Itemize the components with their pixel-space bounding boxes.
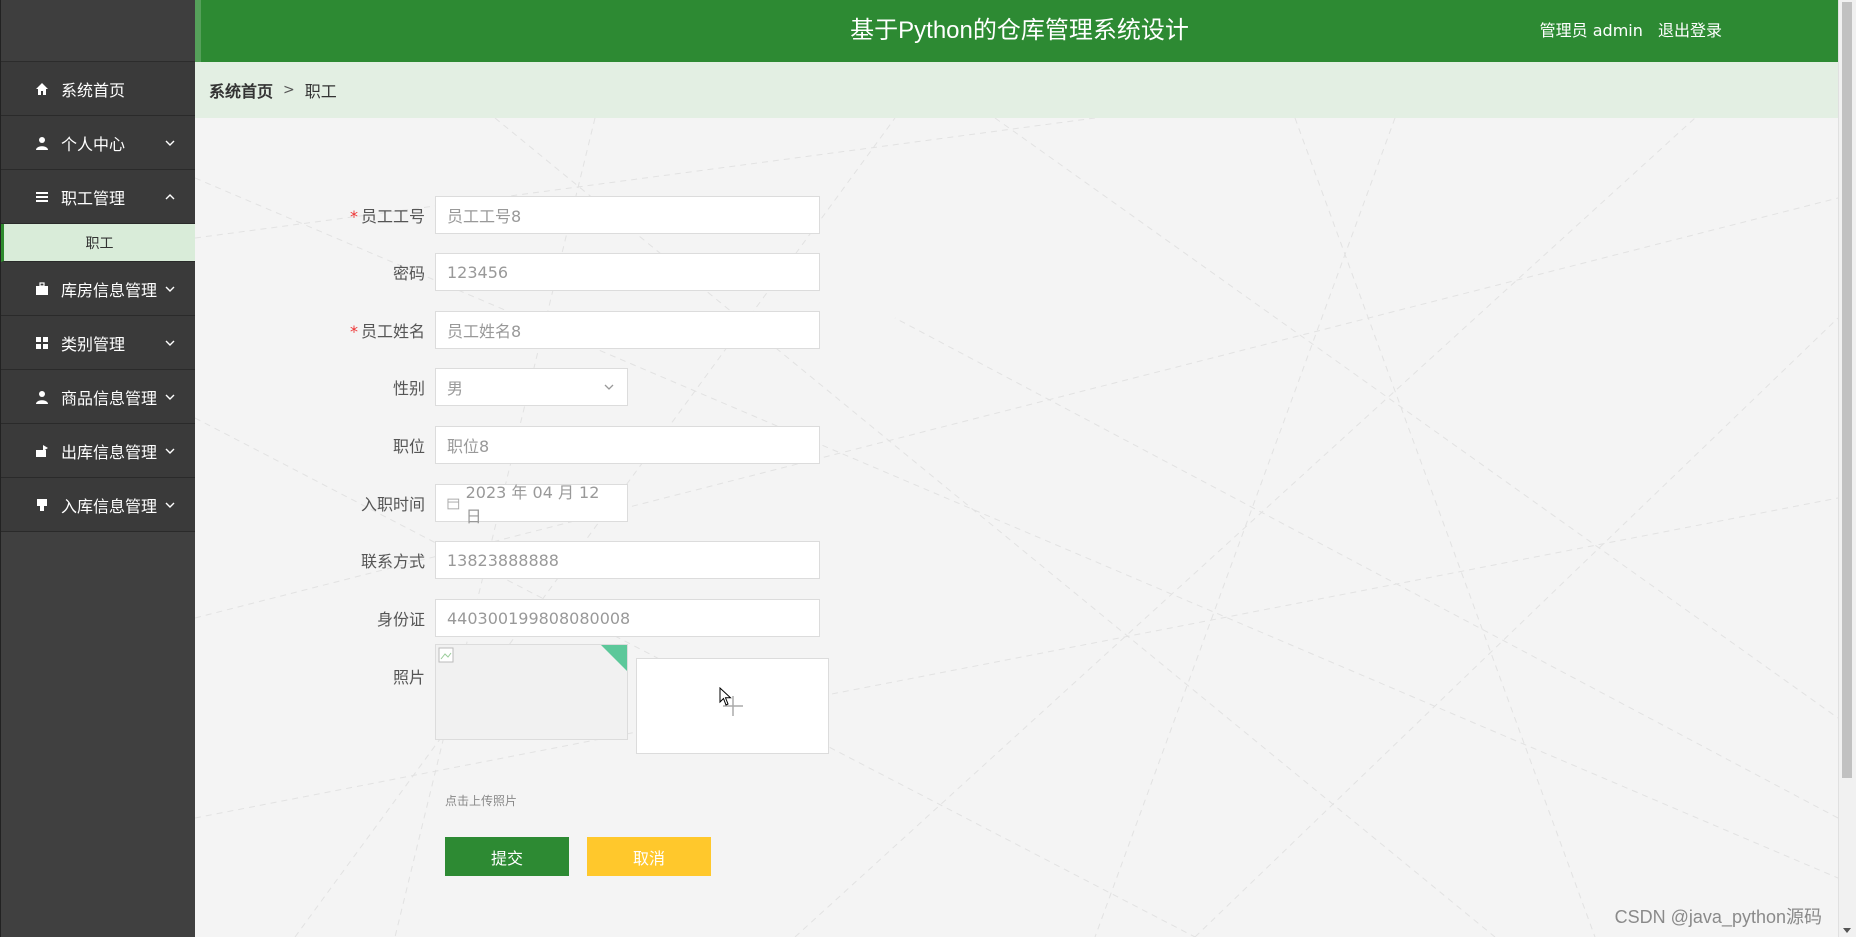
sidebar-item-inbound-info[interactable]: 入库信息管理 — [1, 478, 195, 532]
grid-icon — [33, 334, 51, 352]
page-scrollbar[interactable] — [1838, 0, 1856, 937]
briefcase-icon — [33, 280, 51, 298]
phone-value: 13823888888 — [447, 550, 559, 570]
phone-input[interactable]: 13823888888 — [435, 541, 820, 579]
cancel-button[interactable]: 取消 — [587, 837, 711, 876]
id-card-value: 440300199808080008 — [447, 608, 631, 628]
sidebar-item-personal-center[interactable]: 个人中心 — [1, 116, 195, 170]
main-content: * 员工工号 员工工号8 密码 123456 * 员工姓名 员工姓名8 性别 男 职… — [195, 118, 1838, 937]
sidebar-item-label: 出库信息管理 — [61, 442, 158, 462]
breadcrumb-current: 职工 — [304, 82, 337, 101]
breadcrumb-separator: > — [283, 82, 295, 98]
sidebar-item-warehouse-info[interactable]: 库房信息管理 — [1, 262, 195, 316]
photo-upload-hint: 点击上传照片 — [445, 794, 518, 808]
position-input[interactable]: 职位8 — [435, 426, 820, 464]
form-row-hire-date: 入职时间 2023 年 04 月 12 日 — [195, 483, 628, 526]
form-row-phone: 联系方式 13823888888 — [195, 541, 820, 579]
employee-name-label: * 员工姓名 — [195, 318, 435, 342]
sidebar-item-product-info[interactable]: 商品信息管理 — [1, 370, 195, 424]
position-placeholder: 职位8 — [447, 437, 490, 456]
submit-button[interactable]: 提交 — [445, 837, 569, 876]
chevron-up-icon — [165, 193, 175, 199]
employee-no-label: * 员工工号 — [195, 203, 435, 227]
box-in-icon — [33, 496, 51, 514]
sidebar-item-category[interactable]: 类别管理 — [1, 316, 195, 370]
photo-preview[interactable] — [435, 644, 628, 740]
sidebar-item-label: 商品信息管理 — [61, 388, 158, 408]
employee-no-input[interactable]: 员工工号8 — [435, 196, 820, 234]
list-icon — [33, 188, 51, 206]
breadcrumb: 系统首页 > 职工 — [195, 62, 1838, 118]
hire-date-label: 入职时间 — [360, 495, 425, 514]
top-header: 基于Python的仓库管理系统设计 管理员 admin 退出登录 — [195, 0, 1838, 62]
user-icon — [33, 134, 51, 152]
gender-value: 男 — [447, 379, 464, 398]
breadcrumb-home[interactable]: 系统首页 — [209, 78, 273, 102]
sidebar-subitem-staff[interactable]: 职工 — [1, 224, 195, 262]
chevron-down-icon — [165, 286, 175, 292]
photo-label: 照片 — [392, 668, 425, 687]
sidebar-item-label: 系统首页 — [61, 80, 126, 100]
background-pattern — [195, 118, 1838, 937]
sidebar-item-label: 库房信息管理 — [61, 280, 158, 300]
password-value: 123456 — [447, 262, 509, 282]
form-row-photo: 照片 — [195, 644, 829, 754]
chevron-down-icon — [165, 502, 175, 508]
sidebar-item-label: 类别管理 — [61, 334, 126, 354]
password-input[interactable]: 123456 — [435, 253, 820, 291]
box-out-icon — [33, 442, 51, 460]
chevron-down-icon — [604, 384, 614, 390]
scrollbar-thumb[interactable] — [1842, 2, 1852, 778]
id-card-input[interactable]: 440300199808080008 — [435, 599, 820, 637]
sidebar: 系统首页 个人中心 职工管理 职工 库房信息管理 类别管理 商品信息管理 出库信… — [0, 0, 195, 937]
form-row-employee-no: * 员工工号 员工工号8 — [195, 196, 820, 234]
sidebar-item-label: 职工管理 — [61, 188, 126, 208]
sidebar-item-outbound-info[interactable]: 出库信息管理 — [1, 424, 195, 478]
position-label: 职位 — [392, 437, 425, 456]
employee-no-placeholder: 员工工号8 — [447, 207, 522, 226]
photo-corner-badge — [601, 645, 627, 671]
chevron-down-icon — [165, 448, 175, 454]
chevron-down-icon — [165, 394, 175, 400]
sidebar-subitem-label: 职工 — [85, 235, 114, 252]
chevron-down-icon — [165, 140, 175, 146]
sidebar-item-staff-management[interactable]: 职工管理 — [1, 170, 195, 224]
id-card-label: 身份证 — [376, 610, 425, 629]
form-row-position: 职位 职位8 — [195, 426, 820, 464]
hire-date-picker[interactable]: 2023 年 04 月 12 日 — [435, 483, 628, 526]
required-mark: * — [349, 322, 358, 341]
gender-label: 性别 — [392, 379, 425, 398]
broken-image-icon — [438, 647, 454, 663]
sidebar-item-label: 个人中心 — [61, 134, 126, 154]
employee-name-label-text: 员工姓名 — [360, 322, 425, 341]
form-row-employee-name: * 员工姓名 员工姓名8 — [195, 311, 820, 349]
phone-label: 联系方式 — [360, 552, 425, 571]
user-area: 管理员 admin 退出登录 — [1530, 0, 1722, 62]
required-mark: * — [349, 207, 358, 226]
gender-select[interactable]: 男 — [435, 368, 628, 406]
employee-name-input[interactable]: 员工姓名8 — [435, 311, 820, 349]
employee-name-placeholder: 员工姓名8 — [447, 322, 522, 341]
sidebar-item-home[interactable]: 系统首页 — [1, 62, 195, 116]
employee-no-label-text: 员工工号 — [360, 207, 425, 226]
logout-link[interactable]: 退出登录 — [1658, 21, 1722, 40]
home-icon — [33, 80, 51, 98]
mouse-cursor-icon — [719, 687, 732, 706]
hire-date-value: 2023 年 04 月 12 日 — [465, 483, 600, 526]
sidebar-item-label: 入库信息管理 — [61, 496, 158, 516]
scroll-down-arrow-icon[interactable] — [1843, 926, 1851, 934]
password-label: 密码 — [392, 264, 425, 283]
watermark-text: CSDN @java_python源码 — [1614, 907, 1822, 927]
form-row-password: 密码 123456 — [195, 253, 820, 291]
form-row-gender: 性别 男 — [195, 368, 628, 406]
user-icon — [33, 388, 51, 406]
form-row-id-card: 身份证 440300199808080008 — [195, 599, 820, 637]
calendar-icon — [447, 498, 460, 509]
sidebar-logo-area — [1, 0, 195, 62]
user-label: 管理员 admin — [1539, 21, 1643, 40]
chevron-down-icon — [165, 340, 175, 346]
